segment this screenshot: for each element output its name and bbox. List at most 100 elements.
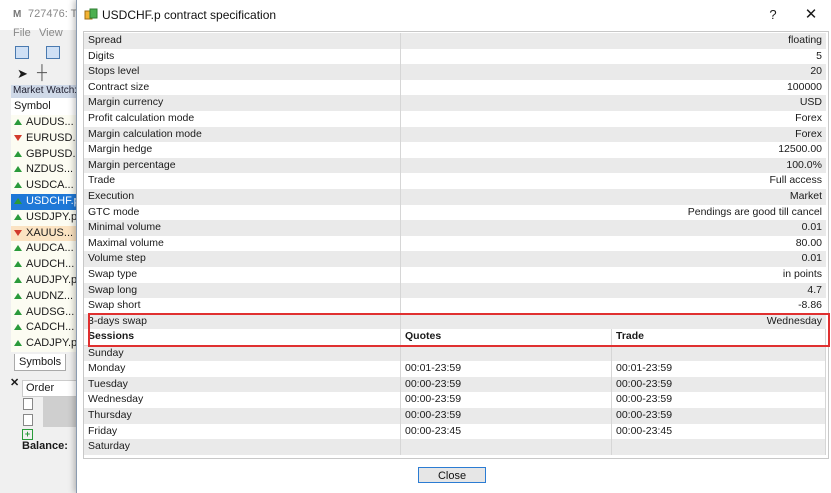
session-quotes: 00:01-23:59 bbox=[400, 361, 612, 377]
spec-key: 3-days swap bbox=[84, 313, 401, 330]
spec-value: 100.0% bbox=[400, 157, 826, 174]
terminal-panel: ✕ Order +Balance: bbox=[9, 376, 82, 493]
sessions-table: Sessions Quotes Trade Sunday Monday 00:01-… bbox=[84, 329, 826, 455]
session-row: Saturday bbox=[84, 439, 826, 455]
arrow-up-icon bbox=[14, 245, 22, 252]
spec-key: Minimal volume bbox=[84, 220, 401, 236]
session-quotes: 00:00-23:59 bbox=[400, 392, 612, 408]
session-trade: 00:01-23:59 bbox=[611, 361, 826, 377]
symbol-column-header[interactable]: Symbol bbox=[11, 98, 80, 116]
symbol-row[interactable]: CADJPY.p bbox=[11, 336, 77, 352]
spec-value: 4.7 bbox=[400, 282, 826, 299]
symbol-row[interactable]: AUDCA... bbox=[11, 241, 77, 257]
close-button[interactable]: Close bbox=[418, 467, 486, 483]
cursor-tool-icon[interactable]: ➤ bbox=[17, 66, 28, 82]
spec-value: 5 bbox=[400, 48, 826, 65]
arrow-up-icon bbox=[14, 198, 22, 205]
spec-value: -8.86 bbox=[400, 298, 826, 314]
spec-value: Full access bbox=[400, 173, 826, 189]
spec-value: Forex bbox=[400, 110, 826, 127]
spec-value: Pendings are good till cancel bbox=[400, 204, 826, 221]
symbol-name: AUDCA... bbox=[26, 242, 74, 255]
symbol-row[interactable]: XAUUS... bbox=[11, 225, 77, 242]
arrow-up-icon bbox=[14, 324, 22, 331]
symbol-row[interactable]: EURUSD.p bbox=[11, 131, 77, 147]
panel-close-icon[interactable]: ✕ bbox=[10, 376, 19, 389]
order-column-header[interactable]: Order bbox=[22, 380, 82, 397]
menu-file[interactable]: File bbox=[13, 27, 31, 39]
spec-key: Margin hedge bbox=[84, 142, 401, 158]
tab-symbols[interactable]: Symbols bbox=[14, 354, 67, 371]
balance-row: +Balance: bbox=[22, 428, 77, 452]
session-quotes bbox=[400, 345, 612, 362]
spec-panel: Spread floating Digits 5 Stops level 20 Contra… bbox=[83, 31, 830, 459]
symbol-name: CADCH... bbox=[26, 321, 75, 334]
symbol-row[interactable]: GBPUSD.p bbox=[11, 147, 77, 163]
session-trade: 00:00-23:59 bbox=[611, 407, 826, 424]
profiles-icon[interactable] bbox=[46, 46, 60, 59]
arrow-up-icon bbox=[14, 119, 22, 126]
symbol-row[interactable]: NZDUS... bbox=[11, 162, 77, 178]
spec-value: USD bbox=[400, 95, 826, 111]
session-quotes bbox=[400, 439, 612, 455]
symbol-row[interactable]: USDCA... bbox=[11, 178, 77, 194]
crosshair-tool-icon[interactable]: ┼ bbox=[37, 64, 47, 80]
symbol-name: AUDJPY.p bbox=[26, 273, 77, 286]
symbol-name: AUDSG... bbox=[26, 305, 75, 318]
arrow-up-icon bbox=[14, 292, 22, 299]
spec-row: Minimal volume 0.01 bbox=[84, 220, 826, 236]
symbol-name: AUDCH... bbox=[26, 258, 75, 271]
help-button[interactable]: ? bbox=[763, 5, 783, 25]
dialog-title: USDCHF.p contract specification bbox=[102, 8, 277, 22]
spec-key: Spread bbox=[84, 33, 401, 49]
trade-header: Trade bbox=[611, 329, 826, 346]
close-icon[interactable]: ✕ bbox=[801, 5, 821, 25]
session-quotes: 00:00-23:59 bbox=[400, 407, 612, 424]
new-chart-icon[interactable] bbox=[15, 46, 29, 59]
session-day: Sunday bbox=[84, 345, 401, 362]
session-trade bbox=[611, 439, 826, 455]
spec-value: 0.01 bbox=[400, 251, 826, 267]
spec-row: Swap long 4.7 bbox=[84, 282, 826, 299]
symbol-name: XAUUS... bbox=[26, 226, 74, 239]
symbol-row[interactable]: AUDSG... bbox=[11, 305, 77, 321]
session-day: Saturday bbox=[84, 439, 401, 455]
session-row: Tuesday 00:00-23:59 00:00-23:59 bbox=[84, 376, 826, 393]
spec-row: Stops level 20 bbox=[84, 64, 826, 80]
market-watch-tabs: Symbols bbox=[11, 354, 77, 372]
session-quotes: 00:00-23:59 bbox=[400, 376, 612, 393]
session-day: Thursday bbox=[84, 407, 401, 424]
symbol-row[interactable]: USDCHF.p bbox=[11, 193, 77, 210]
spec-key: Maximal volume bbox=[84, 235, 401, 252]
arrow-up-icon bbox=[14, 261, 22, 268]
spec-row: Spread floating bbox=[84, 33, 826, 49]
order-icon bbox=[23, 414, 33, 426]
sessions-header: Sessions bbox=[84, 329, 401, 346]
spec-value: 20 bbox=[400, 64, 826, 80]
spec-row: Margin hedge 12500.00 bbox=[84, 142, 826, 158]
spec-row: Digits 5 bbox=[84, 48, 826, 65]
terminal-logo-icon: M bbox=[13, 9, 22, 20]
spec-row: Margin calculation mode Forex bbox=[84, 126, 826, 143]
symbol-name: AUDUS... bbox=[26, 116, 74, 128]
symbol-row[interactable]: AUDNZ... bbox=[11, 289, 77, 305]
spec-value: 80.00 bbox=[400, 235, 826, 252]
expand-icon[interactable]: + bbox=[22, 429, 33, 440]
symbol-row[interactable]: USDJPY.p bbox=[11, 210, 77, 226]
symbol-row[interactable]: AUDJPY.p bbox=[11, 273, 77, 289]
spec-key: Margin percentage bbox=[84, 157, 401, 174]
symbol-name: USDCA... bbox=[26, 179, 74, 192]
spec-key: Trade bbox=[84, 173, 401, 189]
spec-value: 100000 bbox=[400, 79, 826, 96]
symbol-row[interactable]: AUDCH... bbox=[11, 257, 77, 273]
quotes-header: Quotes bbox=[400, 329, 612, 346]
symbol-name: GBPUSD.p bbox=[26, 147, 77, 160]
spec-row: Swap short -8.86 bbox=[84, 298, 826, 314]
menu-view[interactable]: View bbox=[39, 27, 63, 39]
symbol-name: AUDNZ... bbox=[26, 289, 74, 302]
symbol-row[interactable]: CADCH... bbox=[11, 320, 77, 336]
symbol-row[interactable]: AUDUS... bbox=[11, 115, 77, 131]
spec-key: Swap type bbox=[84, 266, 401, 283]
spec-key: Contract size bbox=[84, 79, 401, 96]
spec-row: Margin currency USD bbox=[84, 95, 826, 111]
